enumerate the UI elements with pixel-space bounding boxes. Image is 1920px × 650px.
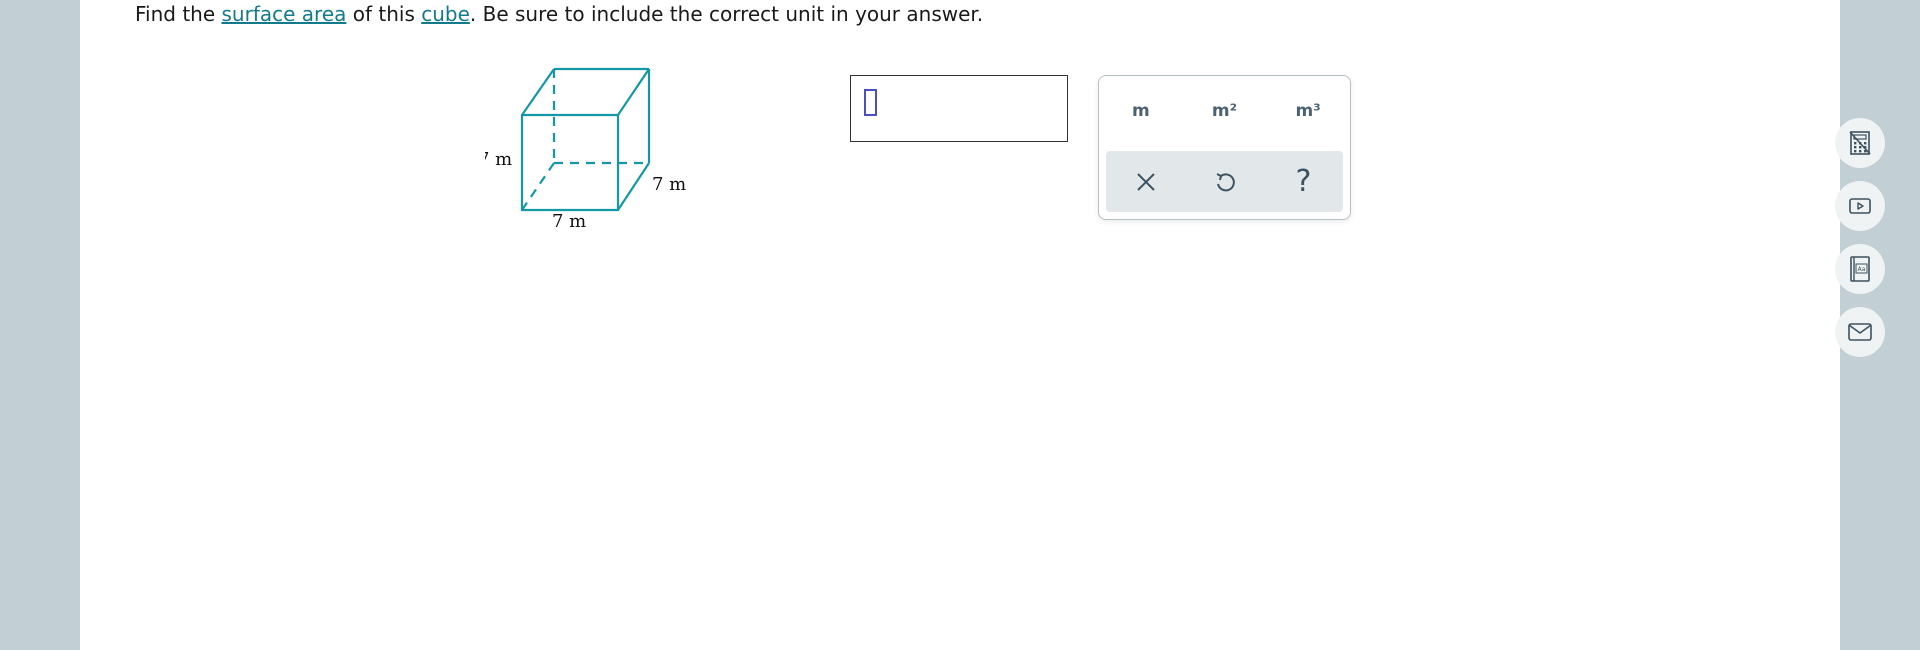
svg-text:Aa: Aa xyxy=(1858,266,1866,273)
help-icon: ? xyxy=(1295,164,1312,199)
question-prefix: Find the xyxy=(135,2,222,26)
question-suffix: . Be sure to include the correct unit in… xyxy=(469,2,984,26)
message-button[interactable] xyxy=(1835,307,1885,357)
cube-label-bottom: 7 m xyxy=(552,211,586,232)
calculator-icon xyxy=(1849,131,1871,155)
clear-button[interactable] xyxy=(1121,157,1171,207)
cube-label-right: 7 m xyxy=(652,174,686,195)
question-text: Find the surface area of this cube. Be s… xyxy=(135,2,983,26)
unit-m2-button[interactable]: m² xyxy=(1194,101,1254,121)
glossary-icon: Aa xyxy=(1850,256,1870,282)
surface-area-link[interactable]: surface area xyxy=(222,2,347,26)
video-icon xyxy=(1849,198,1871,214)
cube-figure: 7 m 7 m 7 m xyxy=(485,67,686,232)
calculator-button[interactable] xyxy=(1835,118,1885,168)
undo-icon xyxy=(1216,172,1235,191)
input-cursor xyxy=(864,89,877,116)
glossary-button[interactable]: Aa xyxy=(1835,244,1885,294)
message-icon xyxy=(1848,323,1872,341)
cube-hidden-edges xyxy=(521,69,649,211)
clear-icon xyxy=(1136,172,1155,191)
cube-link[interactable]: cube xyxy=(421,2,470,26)
unit-m3-button[interactable]: m³ xyxy=(1278,101,1338,121)
help-button[interactable]: ? xyxy=(1279,157,1329,207)
undo-button[interactable] xyxy=(1200,157,1250,207)
video-button[interactable] xyxy=(1835,181,1885,231)
unit-m-button[interactable]: m xyxy=(1111,101,1171,121)
cube-label-left: 7 m xyxy=(485,149,512,170)
question-panel: Find the surface area of this cube. Be s… xyxy=(80,0,1885,650)
answer-input[interactable] xyxy=(850,75,1068,142)
unit-keypad: m m² m³ ? xyxy=(1098,75,1351,220)
question-middle: of this xyxy=(346,2,422,26)
